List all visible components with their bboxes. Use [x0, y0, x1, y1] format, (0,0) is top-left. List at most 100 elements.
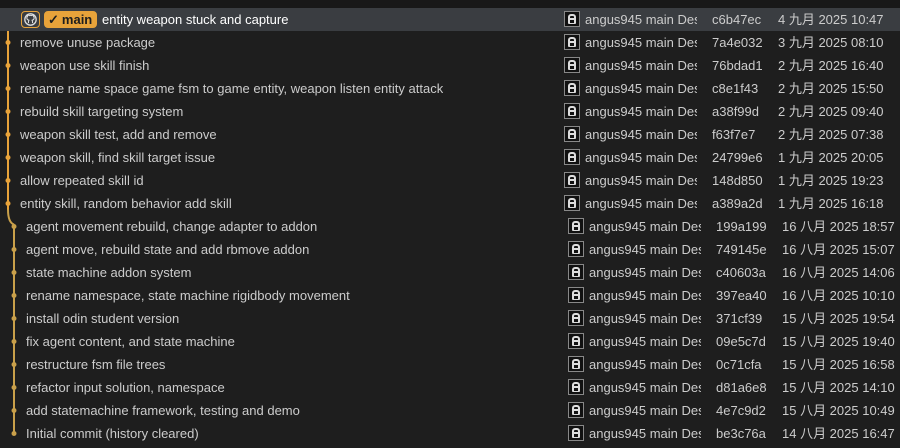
avatar-icon — [568, 402, 584, 418]
commit-hash: d81a6e8 — [716, 380, 767, 395]
commit-message: rebuild skill targeting system — [20, 104, 184, 119]
commit-row[interactable]: restructure fsm file trees angus945 main … — [0, 353, 900, 376]
commit-hash: 09e5c7d — [716, 334, 766, 349]
commit-message: install odin student version — [26, 311, 180, 326]
avatar-icon — [568, 218, 584, 234]
commit-row[interactable]: add statemachine framework, testing and … — [0, 399, 900, 422]
commit-author: angus945 main Des — [589, 357, 701, 372]
avatar-icon — [564, 195, 580, 211]
commit-message: agent move, rebuild state and add rbmove… — [26, 242, 310, 257]
avatar-icon — [568, 425, 584, 441]
commit-row[interactable]: Initial commit (history cleared) angus945… — [0, 422, 900, 445]
commit-author: angus945 main Des — [585, 173, 697, 188]
avatar-icon — [564, 103, 580, 119]
commit-row[interactable]: agent movement rebuild, change adapter t… — [0, 215, 900, 238]
commit-row[interactable]: remove unuse package angus945 main Des 7a4… — [0, 31, 900, 54]
avatar-icon — [568, 241, 584, 257]
commit-row[interactable]: install odin student version angus945 mai… — [0, 307, 900, 330]
commit-date: 1 九月 2025 20:05 — [778, 150, 884, 165]
branch-badge-main[interactable]: ✓ main — [44, 11, 98, 28]
commit-hash: 0c71cfa — [716, 357, 762, 372]
commit-date: 15 八月 2025 19:54 — [782, 311, 895, 326]
commit-message: allow repeated skill id — [20, 173, 144, 188]
commit-date: 2 九月 2025 15:50 — [778, 81, 884, 96]
avatar-icon — [564, 34, 580, 50]
commit-message: entity skill, random behavior add skill — [20, 196, 232, 211]
commit-message: Initial commit (history cleared) — [26, 426, 199, 441]
commit-message: fix agent content, and state machine — [26, 334, 235, 349]
avatar-icon — [564, 149, 580, 165]
commit-author: angus945 main Des — [585, 104, 697, 119]
commit-row[interactable]: fix agent content, and state machine angu… — [0, 330, 900, 353]
commit-date: 3 九月 2025 08:10 — [778, 35, 884, 50]
commit-message: rename namespace, state machine rigidbod… — [26, 288, 350, 303]
commit-hash: c6b47ec — [712, 12, 762, 27]
github-icon — [21, 11, 40, 28]
commit-author: angus945 main Des — [585, 35, 697, 50]
commit-date: 15 八月 2025 14:10 — [782, 380, 895, 395]
commit-author: angus945 main Des — [585, 150, 697, 165]
commit-date: 14 八月 2025 16:47 — [782, 426, 895, 441]
commit-hash: c40603a — [716, 265, 766, 280]
avatar-icon — [564, 126, 580, 142]
avatar-icon — [568, 333, 584, 349]
commit-message: add statemachine framework, testing and … — [26, 403, 300, 418]
commit-row[interactable]: state machine addon system angus945 main … — [0, 261, 900, 284]
commit-author: angus945 main Des — [589, 288, 701, 303]
commit-row[interactable]: rebuild skill targeting system angus945 m… — [0, 100, 900, 123]
commit-row[interactable]: agent move, rebuild state and add rbmove… — [0, 238, 900, 261]
commit-date: 1 九月 2025 19:23 — [778, 173, 884, 188]
commit-hash: 24799e6 — [712, 150, 763, 165]
commit-hash: f63f7e7 — [712, 127, 756, 142]
avatar-icon — [568, 310, 584, 326]
commit-author: angus945 main Des — [589, 426, 701, 441]
commit-row[interactable]: ✓ main entity weapon stuck and capture angu… — [0, 8, 900, 31]
commit-date: 16 八月 2025 10:10 — [782, 288, 895, 303]
commit-hash: 4e7c9d2 — [716, 403, 766, 418]
commit-row[interactable]: allow repeated skill id angus945 main Des… — [0, 169, 900, 192]
commit-author: angus945 main Des — [589, 311, 701, 326]
commit-row[interactable]: weapon skill, find skill target issue ang… — [0, 146, 900, 169]
commit-row[interactable]: rename namespace, state machine rigidbod… — [0, 284, 900, 307]
commit-date: 15 八月 2025 16:58 — [782, 357, 895, 372]
check-icon: ✓ — [48, 12, 59, 27]
commit-date: 4 九月 2025 10:47 — [778, 12, 884, 27]
commit-author: angus945 main Des — [585, 196, 697, 211]
avatar-icon — [564, 11, 580, 27]
avatar-icon — [568, 379, 584, 395]
commit-author: angus945 main Des — [589, 403, 701, 418]
commit-hash: 148d850 — [712, 173, 763, 188]
commit-date: 15 八月 2025 10:49 — [782, 403, 895, 418]
commit-hash: be3c76a — [716, 426, 766, 441]
commit-hash: 397ea40 — [716, 288, 767, 303]
avatar-icon — [568, 287, 584, 303]
commit-graph-view: ✓ main entity weapon stuck and capture angu… — [0, 0, 900, 448]
commit-row[interactable]: entity skill, random behavior add skill a… — [0, 192, 900, 215]
commit-row[interactable]: weapon skill test, add and remove angus94… — [0, 123, 900, 146]
commit-author: angus945 main Des — [585, 12, 697, 27]
commit-hash: 76bdad1 — [712, 58, 763, 73]
commit-row[interactable]: weapon use skill finish angus945 main Des… — [0, 54, 900, 77]
commit-message: weapon skill, find skill target issue — [20, 150, 216, 165]
commit-hash: c8e1f43 — [712, 81, 759, 96]
commit-row[interactable]: refactor input solution, namespace angus9… — [0, 376, 900, 399]
commit-date: 2 九月 2025 16:40 — [778, 58, 884, 73]
commit-message: agent movement rebuild, change adapter t… — [26, 219, 318, 234]
commit-list: ✓ main entity weapon stuck and capture angu… — [0, 8, 900, 445]
commit-author: angus945 main Des — [589, 334, 701, 349]
commit-message: entity weapon stuck and capture — [102, 12, 289, 27]
commit-row[interactable]: rename name space game fsm to game entit… — [0, 77, 900, 100]
branch-label: main — [61, 12, 93, 27]
commit-message: remove unuse package — [20, 35, 156, 50]
commit-message: refactor input solution, namespace — [26, 380, 225, 395]
commit-date: 2 九月 2025 07:38 — [778, 127, 884, 142]
commit-hash: 371cf39 — [716, 311, 763, 326]
commit-author: angus945 main Des — [585, 81, 697, 96]
commit-date: 2 九月 2025 09:40 — [778, 104, 884, 119]
commit-author: angus945 main Des — [589, 380, 701, 395]
commit-author: angus945 main Des — [589, 219, 701, 234]
commit-hash: a38f99d — [712, 104, 759, 119]
commit-hash: a389a2d — [712, 196, 763, 211]
commit-hash: 749145e — [716, 242, 767, 257]
avatar-icon — [568, 356, 584, 372]
